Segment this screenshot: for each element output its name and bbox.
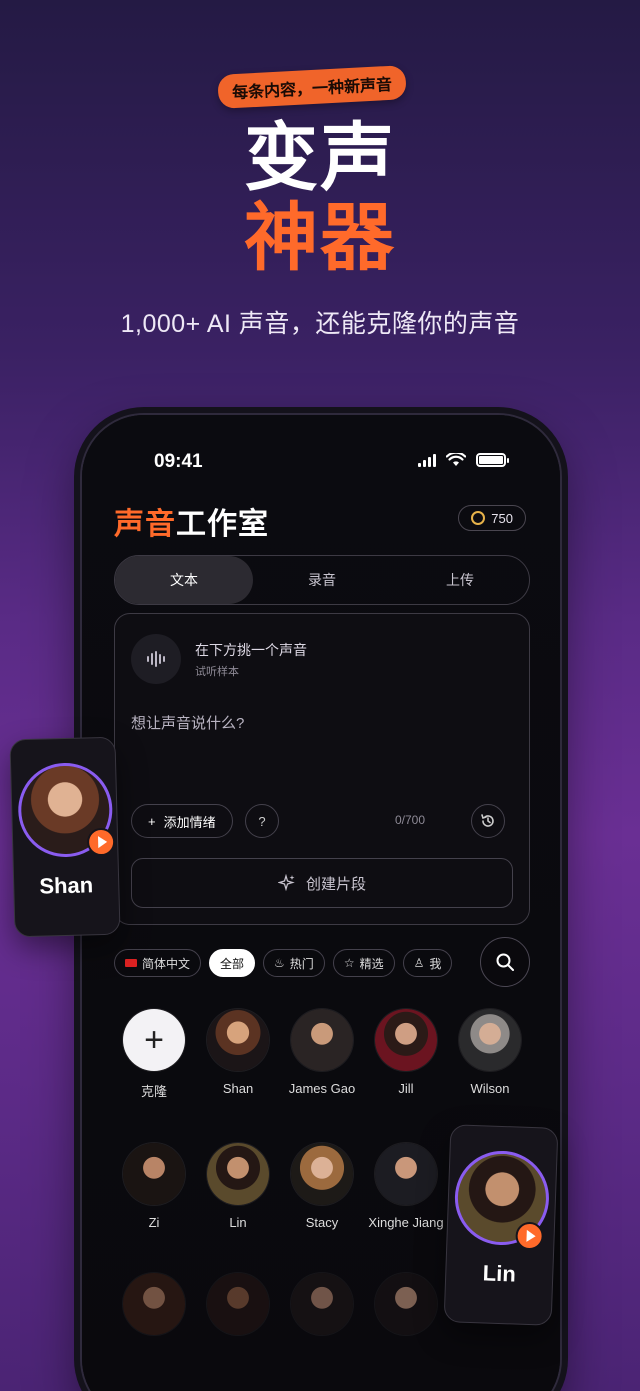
voice-item[interactable] [196, 1273, 280, 1345]
avatar [375, 1273, 437, 1335]
hot-chip[interactable]: ♨ 热门 [263, 949, 325, 977]
tab-upload[interactable]: 上传 [391, 556, 529, 604]
voice-item-james-gao[interactable]: James Gao [280, 1009, 364, 1096]
promo-title-line1: 变声 [244, 115, 396, 201]
tab-record[interactable]: 录音 [253, 556, 391, 604]
history-icon [481, 814, 494, 827]
avatar [291, 1009, 353, 1071]
promo-subtitle: 1,000+ AI 声音，还能克隆你的声音 [120, 310, 520, 338]
featured-chip-label: 精选 [359, 956, 384, 971]
play-icon [526, 1229, 536, 1243]
char-counter: 0/700 [395, 813, 426, 827]
language-chip-label: 简体中文 [142, 956, 191, 971]
wifi-icon [446, 453, 466, 466]
play-icon [97, 835, 108, 849]
avatar [123, 1273, 185, 1335]
add-emotion-button[interactable]: + 添加情绪 [131, 804, 233, 838]
search-button[interactable] [480, 937, 530, 987]
create-clip-label: 创建片段 [305, 875, 366, 893]
avatar [291, 1143, 353, 1205]
voice-name: James Gao [288, 1081, 356, 1096]
avatar [375, 1009, 437, 1071]
voice-item-lin[interactable]: Lin [196, 1143, 280, 1230]
avatar [207, 1273, 269, 1335]
app-title-rest: 工作室 [176, 508, 269, 541]
tagline-badge: 每条内容，一种新声音 [217, 65, 407, 109]
clone-voice-item[interactable]: + 克隆 [112, 1009, 196, 1100]
avatar [123, 1143, 185, 1205]
voice-item-stacy[interactable]: Stacy [280, 1143, 364, 1230]
person-icon: ♙ [413, 956, 425, 970]
flame-icon: ♨ [274, 956, 285, 970]
plus-icon: + [123, 1009, 185, 1071]
sparkle-icon [277, 874, 295, 892]
history-button[interactable] [471, 804, 505, 838]
app-title-accent: 声音 [114, 508, 176, 541]
plus-icon: + [148, 813, 156, 829]
filter-chips: 简体中文 全部 ♨ 热门 ☆ 精选 ♙ 我 [114, 949, 453, 977]
all-chip[interactable]: 全部 [209, 949, 256, 977]
language-chip[interactable]: 简体中文 [114, 949, 202, 977]
promo-title-line2: 神器 [244, 195, 396, 281]
voice-picker-subtitle: 试听样本 [195, 665, 239, 678]
credits-badge[interactable]: 750 [458, 505, 526, 531]
mine-chip-label: 我 [429, 956, 442, 971]
voice-name: Zi [148, 1215, 160, 1230]
voice-picker[interactable]: 在下方挑一个声音 试听样本 [131, 634, 307, 684]
input-mode-tabs: 文本 录音 上传 [114, 555, 530, 605]
voice-item-wilson[interactable]: Wilson [448, 1009, 532, 1096]
coin-icon [471, 511, 486, 525]
search-icon [496, 953, 514, 971]
star-icon: ☆ [343, 956, 355, 970]
mine-chip[interactable]: ♙ 我 [402, 949, 453, 977]
voice-name: Lin [229, 1215, 247, 1230]
avatar [291, 1273, 353, 1335]
play-button[interactable] [86, 827, 116, 857]
create-clip-button[interactable]: 创建片段 [131, 858, 513, 908]
voice-name: 克隆 [140, 1084, 167, 1099]
voice-name: Stacy [305, 1215, 339, 1230]
voice-name: Xinghe Jiang [368, 1215, 444, 1230]
status-icons [418, 453, 509, 467]
voice-item[interactable] [364, 1273, 448, 1345]
voice-item-shan[interactable]: Shan [196, 1009, 280, 1096]
avatar [375, 1143, 437, 1205]
avatar [459, 1009, 521, 1071]
voice-item[interactable] [112, 1273, 196, 1345]
hot-chip-label: 热门 [289, 956, 314, 971]
voice-item-jill[interactable]: Jill [364, 1009, 448, 1096]
play-button[interactable] [515, 1221, 545, 1251]
signal-icon [418, 453, 436, 467]
voice-item-zi[interactable]: Zi [112, 1143, 196, 1230]
floating-voice-card-shan[interactable]: Shan [9, 736, 121, 938]
voice-name: Wilson [470, 1081, 510, 1096]
floating-voice-name: Lin [482, 1260, 517, 1287]
voice-name: Shan [222, 1081, 254, 1096]
floating-voice-card-lin[interactable]: Lin [443, 1124, 559, 1326]
status-time: 09:41 [154, 451, 203, 472]
avatar [207, 1143, 269, 1205]
voice-name: Jill [398, 1081, 414, 1096]
help-button[interactable]: ? [245, 804, 279, 838]
add-emotion-label: 添加情绪 [163, 814, 216, 830]
voice-item-xinghe-jiang[interactable]: Xinghe Jiang [364, 1143, 448, 1230]
battery-icon [476, 453, 509, 467]
featured-chip[interactable]: ☆ 精选 [332, 949, 395, 977]
flag-icon [125, 959, 137, 967]
waveform-icon [131, 634, 181, 684]
tab-text[interactable]: 文本 [115, 556, 253, 604]
voice-picker-title: 在下方挑一个声音 [195, 641, 307, 658]
text-input[interactable]: 想让声音说什么? [131, 712, 244, 733]
credits-value: 750 [491, 510, 513, 526]
avatar [207, 1009, 269, 1071]
app-title: 声音工作室 [114, 499, 269, 543]
floating-voice-name: Shan [39, 872, 94, 899]
text-editor-card: 在下方挑一个声音 试听样本 想让声音说什么? + 添加情绪 ? 0/700 创建… [114, 613, 530, 925]
voice-item[interactable] [280, 1273, 364, 1345]
